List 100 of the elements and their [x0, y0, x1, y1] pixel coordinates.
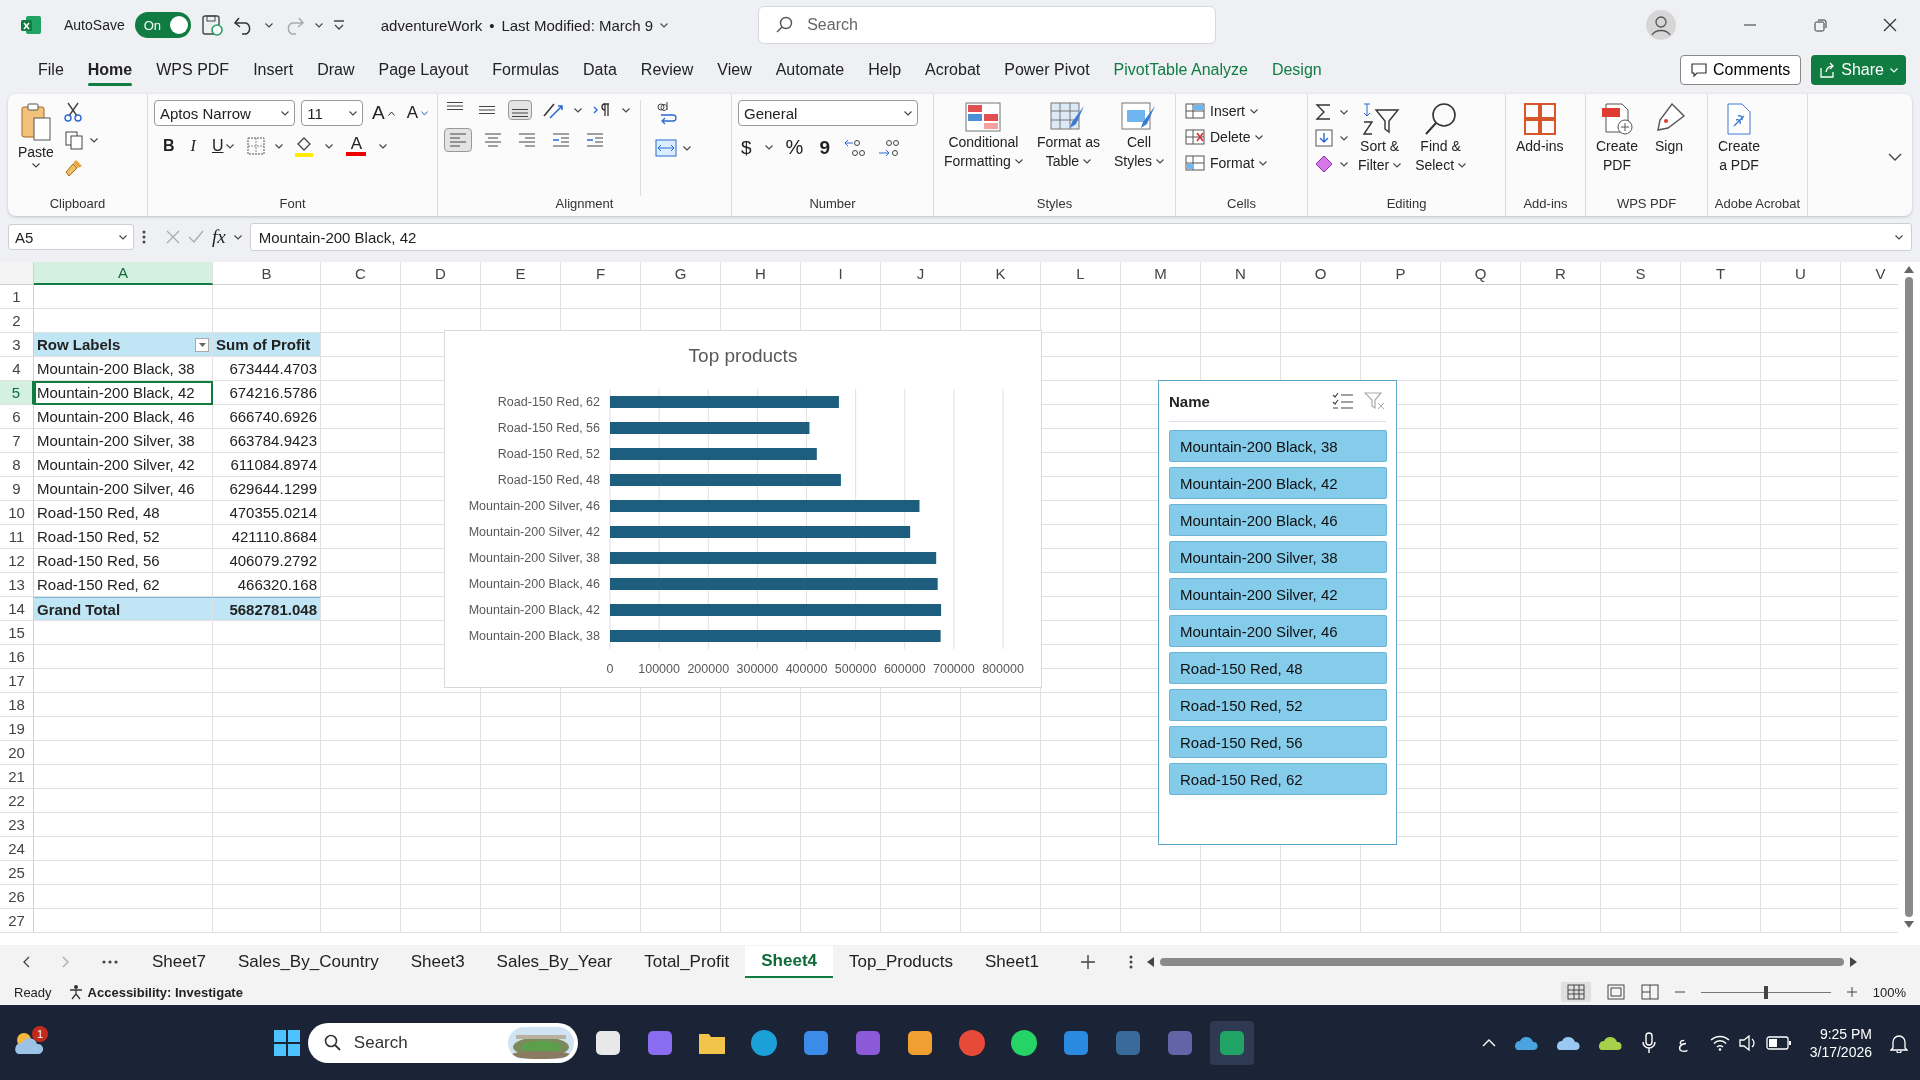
ribbon-tab[interactable]: Formulas — [480, 52, 572, 88]
microphone-icon[interactable] — [1641, 1031, 1656, 1054]
column-header[interactable]: I — [801, 262, 881, 285]
avatar-icon[interactable] — [1646, 10, 1676, 40]
column-header[interactable]: P — [1361, 262, 1441, 285]
add-sheet-icon[interactable] — [1080, 955, 1095, 969]
ribbon-tab[interactable]: PivotTable Analyze — [1101, 52, 1260, 88]
add-ins-button[interactable]: Add-ins — [1512, 100, 1568, 196]
value-cell[interactable]: 611084.8974 — [213, 453, 321, 477]
find-select-button[interactable]: Find & Select — [1411, 100, 1471, 196]
value-cell[interactable]: 666740.6926 — [213, 405, 321, 429]
zoom-level[interactable]: 100% — [1872, 984, 1906, 1000]
cell-styles-button[interactable]: Cell Styles — [1109, 100, 1169, 196]
value-cell[interactable]: 470355.0214 — [213, 501, 321, 525]
column-header[interactable]: H — [721, 262, 801, 285]
save-icon[interactable] — [200, 14, 223, 36]
column-header[interactable]: T — [1681, 262, 1761, 285]
autosave-toggle[interactable]: On — [134, 12, 191, 38]
restore-icon[interactable] — [1813, 18, 1827, 32]
value-cell[interactable]: 421110.8684 — [213, 525, 321, 549]
normal-view-button[interactable] — [1560, 982, 1591, 1002]
more-sheets-icon[interactable] — [102, 960, 118, 964]
slicer-item[interactable]: Mountain-200 Silver, 46 — [1169, 615, 1387, 647]
row-label-cell[interactable]: Mountain-200 Silver, 42 — [34, 453, 213, 477]
scroll-up-icon[interactable] — [1904, 266, 1914, 273]
format-as-table-button[interactable]: Format as Table — [1032, 100, 1104, 196]
insert-cells-button[interactable]: Insert — [1182, 100, 1301, 122]
column-header[interactable]: O — [1281, 262, 1361, 285]
scroll-right-icon[interactable] — [1849, 957, 1857, 967]
value-cell[interactable]: 629644.1299 — [213, 477, 321, 501]
ribbon-tab[interactable]: Page Layout — [366, 52, 481, 88]
column-header[interactable]: F — [561, 262, 641, 285]
scroll-left-icon[interactable] — [1146, 957, 1154, 967]
close-icon[interactable] — [1883, 18, 1897, 32]
font-color-button[interactable]: A — [343, 134, 370, 158]
accessibility-status[interactable]: Accessibility: Investigate — [87, 984, 243, 1000]
row-label-cell[interactable]: Mountain-200 Black, 42 — [34, 381, 213, 405]
sheet-tab[interactable]: Sheet3 — [394, 946, 481, 978]
value-cell[interactable]: 663784.9423 — [213, 429, 321, 453]
weather-button[interactable]: 1 — [12, 1027, 46, 1058]
row-label-cell[interactable]: Road-150 Red, 56 — [34, 549, 213, 573]
column-header[interactable]: U — [1761, 262, 1841, 285]
multi-select-icon[interactable] — [1332, 391, 1354, 411]
column-header[interactable]: A — [34, 262, 213, 285]
ribbon-tab[interactable]: Automate — [763, 52, 857, 88]
column-header[interactable]: S — [1601, 262, 1681, 285]
keyboard-language[interactable]: ع — [1677, 1033, 1688, 1052]
page-layout-view-icon[interactable] — [1606, 984, 1625, 1000]
row-label-cell[interactable]: Road-150 Red, 52 — [34, 525, 213, 549]
create-a-pdf-button[interactable]: Create a PDF — [1714, 100, 1765, 196]
share-button[interactable]: Share — [1811, 55, 1906, 85]
percent-button[interactable]: % — [782, 134, 807, 161]
font-dropdown[interactable]: Aptos Narrow — [154, 100, 296, 126]
column-header[interactable]: M — [1121, 262, 1201, 285]
page-break-view-icon[interactable] — [1640, 984, 1659, 1000]
slicer-item[interactable]: Mountain-200 Silver, 38 — [1169, 541, 1387, 573]
collapse-ribbon-icon[interactable] — [1888, 153, 1902, 162]
last-modified[interactable]: Last Modified: March 9 — [501, 16, 654, 34]
row-label-cell[interactable]: Mountain-200 Black, 46 — [34, 405, 213, 429]
value-cell[interactable]: 406079.2792 — [213, 549, 321, 573]
column-header[interactable]: E — [481, 262, 561, 285]
speaker-icon[interactable] — [1737, 1034, 1758, 1051]
paste-button[interactable]: Paste — [14, 100, 58, 196]
sheet-tab[interactable]: Sheet1 — [968, 946, 1055, 978]
column-header[interactable]: Q — [1441, 262, 1521, 285]
chevron-up-icon[interactable] — [1481, 1038, 1496, 1047]
value-cell[interactable]: 673444.4703 — [213, 357, 321, 381]
slicer-item[interactable]: Road-150 Red, 62 — [1169, 763, 1387, 795]
slicer-item[interactable]: Road-150 Red, 56 — [1169, 726, 1387, 758]
sheet-tab[interactable]: Sales_By_Country — [221, 946, 395, 978]
column-header[interactable]: D — [401, 262, 481, 285]
sheet-tab[interactable]: Sales_By_Year — [480, 946, 629, 978]
paintbrush-icon[interactable] — [63, 158, 84, 178]
ribbon-tab[interactable]: Draw — [305, 52, 367, 88]
slicer-item[interactable]: Mountain-200 Silver, 42 — [1169, 578, 1387, 610]
column-header[interactable]: G — [641, 262, 721, 285]
row-label-cell[interactable]: Mountain-200 Silver, 46 — [34, 477, 213, 501]
value-cell[interactable]: 674216.5786 — [213, 381, 321, 405]
insert-function-button[interactable]: fx — [212, 226, 226, 248]
comments-button[interactable]: Comments — [1679, 55, 1802, 85]
ribbon-tab[interactable]: Review — [628, 52, 706, 88]
sort-filter-button[interactable]: Sort & Filter — [1354, 100, 1406, 196]
fill-color-icon[interactable] — [293, 135, 316, 157]
ribbon-tab[interactable]: Data — [571, 52, 629, 88]
sheet-tab[interactable]: Total_Profit — [628, 946, 746, 978]
italic-button[interactable]: I — [187, 135, 199, 157]
ribbon-tab[interactable]: File — [26, 52, 76, 88]
scissors-icon[interactable] — [63, 102, 82, 122]
scrollbar-thumb[interactable] — [1905, 277, 1913, 917]
ribbon-tab[interactable]: Insert — [241, 52, 306, 88]
ribbon-tab[interactable]: Help — [856, 52, 914, 88]
currency-button[interactable]: $ — [738, 134, 755, 161]
column-header[interactable]: C — [321, 262, 401, 285]
slicer-item[interactable]: Road-150 Red, 52 — [1169, 689, 1387, 721]
row-label-cell[interactable]: Mountain-200 Black, 38 — [34, 357, 213, 381]
delete-cells-button[interactable]: Delete — [1182, 126, 1301, 148]
number-format-dropdown[interactable]: General — [738, 100, 918, 126]
comma-button[interactable]: 9 — [816, 134, 833, 161]
column-header[interactable]: L — [1041, 262, 1121, 285]
sheet-tab[interactable]: Sheet4 — [745, 946, 833, 978]
